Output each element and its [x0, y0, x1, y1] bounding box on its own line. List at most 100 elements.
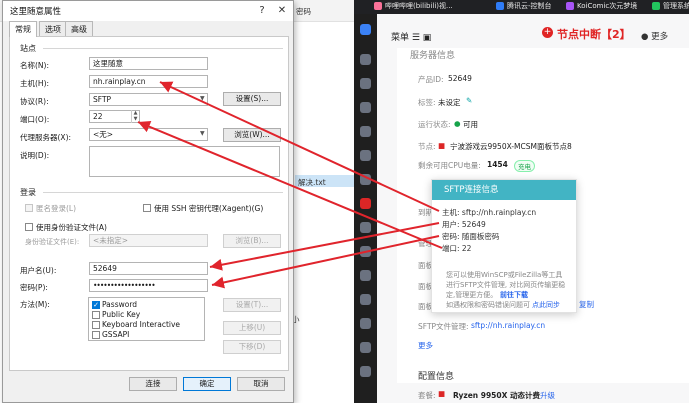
tab-admin[interactable]: 管理系统	[663, 1, 689, 11]
cpu-label: 剩余可用CPU电量:	[418, 161, 481, 170]
close-icon[interactable]: ✕	[273, 3, 291, 19]
proxy-label: 代理服务器(X):	[20, 133, 72, 142]
sftp-popup-header: SFTP连接信息	[432, 180, 576, 200]
username-input[interactable]: 52649	[89, 262, 208, 275]
rail-icon-4[interactable]	[360, 102, 371, 113]
protocol-settings-button[interactable]: 设置(S)...	[223, 92, 281, 106]
method-public-key-label: Public Key	[102, 310, 141, 319]
checkbox-keyboard[interactable]	[92, 321, 100, 329]
tab-general[interactable]: 常规	[9, 21, 37, 37]
plus-icon: +	[542, 27, 553, 38]
rail-icon-13[interactable]	[360, 318, 371, 329]
more-menu[interactable]: ● 更多	[641, 30, 668, 42]
use-auth-file-checkbox[interactable]	[25, 223, 33, 231]
desc-textarea[interactable]	[89, 146, 280, 177]
node-status-badge[interactable]: 节点中断【2】	[557, 26, 631, 42]
password-label: 密码(P):	[20, 283, 48, 292]
tab-advanced[interactable]: 高级	[65, 21, 93, 36]
ssh-agent-checkbox[interactable]	[143, 204, 151, 212]
tab-options[interactable]: 选项	[39, 21, 67, 36]
bilibili-icon	[374, 2, 382, 10]
more-link[interactable]: 更多	[418, 340, 433, 351]
login-group-title: 登录	[20, 188, 36, 197]
method-keyboard-label: Keyboard Interactive	[102, 320, 181, 329]
rail-icon-7[interactable]	[360, 174, 371, 185]
dialog-title: 这里随意属性	[10, 7, 62, 17]
sftp-info-popup: SFTP连接信息 主机: sftp://nh.rainplay.cn 用户: 5…	[431, 179, 577, 313]
list-item-gssapi[interactable]: GSSAPI	[92, 330, 129, 339]
auth-file-label: 身份验证文件(E):	[25, 238, 80, 246]
connect-button[interactable]: 连接	[129, 377, 177, 391]
help-button[interactable]: ?	[253, 3, 271, 19]
list-item-password[interactable]: ✓ Password	[92, 300, 137, 309]
sftp-user-row: 用户: 52649	[442, 220, 486, 229]
rail-icon-2[interactable]	[360, 54, 371, 65]
explorer-file-name[interactable]: 解决.txt	[298, 177, 326, 188]
method-settings-button[interactable]: 设置(T)...	[223, 298, 281, 312]
node-label: 节点:	[418, 142, 436, 151]
anonymous-checkbox[interactable]	[25, 204, 33, 212]
site-group-divider	[43, 48, 283, 49]
rail-icon-1[interactable]	[360, 24, 371, 35]
ssh-agent-label: 使用 SSH 密钥代理(Xagent)(G)	[154, 204, 264, 213]
move-up-button[interactable]: 上移(U)	[223, 321, 281, 335]
auth-method-list[interactable]: ✓ Password Public Key Keyboard Interactiv…	[88, 297, 205, 341]
chevron-down-icon: ▼	[200, 95, 205, 102]
name-input[interactable]: 这里随意	[89, 57, 208, 70]
tab-tencent[interactable]: 腾讯云-控制台	[507, 1, 552, 11]
sftp-note-line2: 进行SFTP文件管理, 对比网页传输更稳	[446, 281, 566, 289]
rail-icon-3[interactable]	[360, 78, 371, 89]
explorer-tab-text: 密码	[296, 7, 311, 16]
edit-icon[interactable]: ✎	[466, 96, 472, 105]
rail-icon-14[interactable]	[360, 342, 371, 353]
sftp-file-link[interactable]: sftp://nh.rainplay.cn	[471, 321, 545, 330]
username-label: 用户名(U):	[20, 266, 57, 275]
list-item-public-key[interactable]: Public Key	[92, 310, 140, 319]
host-input[interactable]: nh.rainplay.cn	[89, 75, 208, 88]
copy-link[interactable]: 复制	[579, 299, 594, 310]
tencent-cloud-icon	[496, 2, 504, 10]
login-group-divider	[43, 192, 283, 193]
move-down-button[interactable]: 下移(D)	[223, 340, 281, 354]
host-label: 主机(H):	[20, 79, 50, 88]
rail-icon-12[interactable]	[360, 294, 371, 305]
list-item-keyboard[interactable]: Keyboard Interactive	[92, 320, 180, 329]
dialog-titlebar: 这里随意属性 ? ✕	[3, 1, 293, 21]
check-icon[interactable]: ✓	[92, 301, 100, 309]
rail-icon-10[interactable]	[360, 246, 371, 257]
rail-icon-5[interactable]	[360, 126, 371, 137]
rail-icon-9[interactable]	[360, 222, 371, 233]
port-stepper[interactable]: ▲ ▼	[131, 110, 139, 123]
tab-bilibili[interactable]: 哔哩哔哩(bilibili)视...	[385, 1, 453, 11]
sync-link[interactable]: 点此同步	[532, 300, 560, 310]
protocol-select[interactable]: SFTP	[89, 93, 208, 106]
globe-icon[interactable]	[360, 150, 371, 161]
recharge-button[interactable]: 充电	[514, 160, 535, 172]
more-label: 更多	[651, 32, 669, 42]
ok-button[interactable]: 确定	[183, 377, 231, 391]
rail-icon-11[interactable]	[360, 270, 371, 281]
checkbox-public-key[interactable]	[92, 311, 100, 319]
server-info-title: 服务器信息	[410, 51, 456, 61]
port-label: 端口(O):	[20, 115, 50, 124]
download-link[interactable]: 前往下载	[500, 290, 528, 300]
menu-button[interactable]: 菜单 ☰ ▣	[391, 30, 431, 43]
rail-icon-8[interactable]	[360, 198, 371, 209]
run-state-value: 可用	[463, 120, 478, 129]
config-section-title: 配置信息	[418, 372, 455, 382]
rail-icon-15[interactable]	[360, 366, 371, 377]
auth-file-select[interactable]: <未指定>	[89, 234, 208, 247]
tab-koicomic[interactable]: KoiComic次元梦境	[577, 1, 637, 11]
name-label: 名称(N):	[20, 61, 49, 70]
sftp-note-line3: 定,管理更方便。	[446, 291, 498, 299]
check-circle-icon: ●	[454, 119, 461, 128]
proxy-browse-button[interactable]: 浏览(W)...	[223, 128, 281, 142]
cpu-value: 1454	[487, 160, 508, 169]
checkbox-gssapi[interactable]	[92, 331, 100, 339]
password-input[interactable]: ••••••••••••••••••	[89, 279, 208, 292]
upgrade-link[interactable]: 升级	[540, 390, 555, 401]
auth-file-browse-button[interactable]: 浏览(B)...	[223, 234, 281, 248]
method-gssapi-label: GSSAPI	[102, 330, 130, 339]
cancel-button[interactable]: 取消	[237, 377, 285, 391]
proxy-select[interactable]: <无>	[89, 128, 208, 141]
